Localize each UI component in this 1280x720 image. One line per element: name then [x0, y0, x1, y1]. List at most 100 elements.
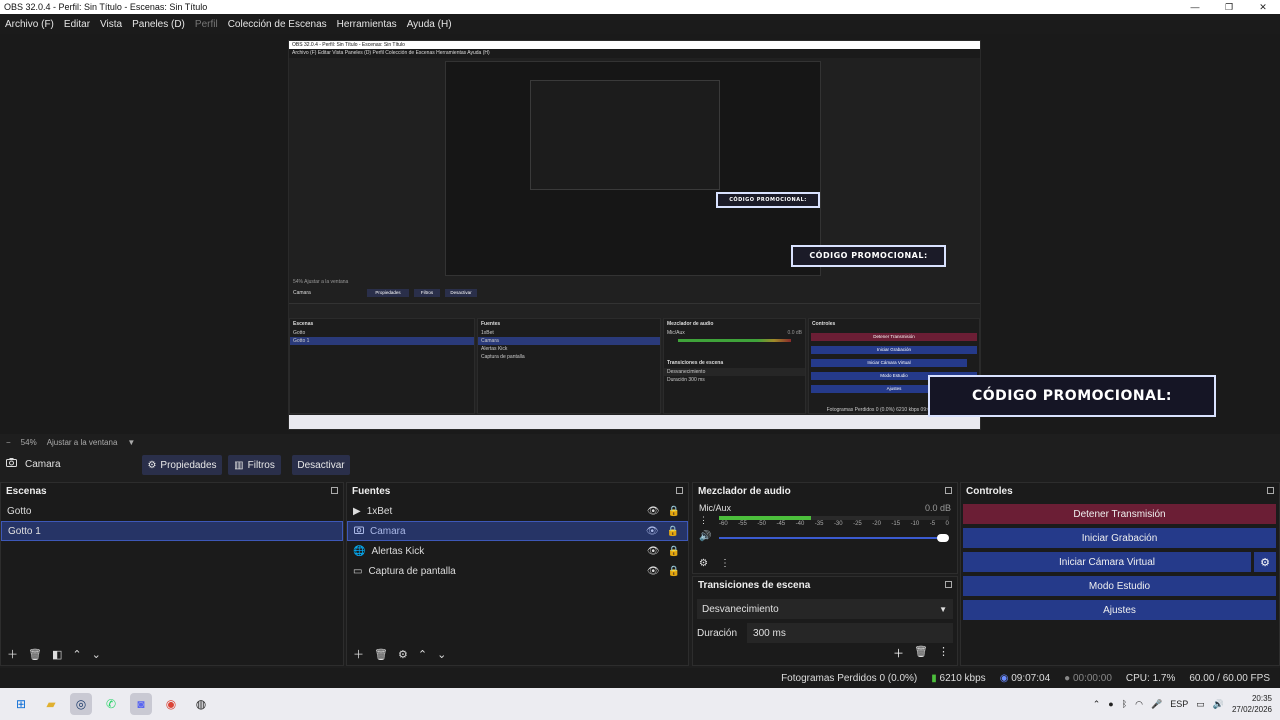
lock-icon[interactable]: 🔒: [668, 506, 680, 517]
minimize-button[interactable]: —: [1178, 0, 1212, 14]
zoom-out-button[interactable]: −: [6, 438, 11, 447]
tray-mic-icon[interactable]: 🎤: [1151, 699, 1162, 710]
mixer-footer: ⚙ ⋮: [699, 558, 730, 569]
undock-icon[interactable]: [1267, 487, 1274, 494]
volume-slider-handle[interactable]: [937, 534, 949, 542]
record-icon: ●: [1064, 672, 1071, 684]
close-button[interactable]: ✕: [1246, 0, 1280, 14]
sources-panel: Fuentes ▶ 1xBet 👁 🔒 Camara 👁 🔒 🌐 Alertas K…: [346, 482, 689, 666]
zoom-fit[interactable]: Ajustar a la ventana: [47, 438, 118, 447]
lock-icon[interactable]: 🔒: [667, 526, 679, 537]
nested-promo-banner: CÓDIGO PROMOCIONAL:: [791, 245, 946, 267]
trash-icon[interactable]: 🗑: [914, 645, 928, 661]
undock-icon[interactable]: [945, 487, 952, 494]
menu-paneles[interactable]: Paneles (D): [127, 19, 190, 30]
trash-icon[interactable]: 🗑: [374, 648, 388, 661]
duration-input[interactable]: 300 ms: [747, 623, 953, 643]
add-icon[interactable]: ＋: [353, 646, 364, 662]
window-titlebar: OBS 32.0.4 - Perfil: Sin Título - Escena…: [0, 0, 1280, 14]
camera-icon: [6, 458, 17, 470]
properties-button[interactable]: ⚙ Propiedades: [142, 455, 222, 475]
chrome-icon[interactable]: ◉: [160, 693, 182, 715]
volume-slider[interactable]: [719, 537, 943, 539]
move-up-icon[interactable]: ⌃: [418, 648, 427, 661]
nested-scene-item: Gotto: [293, 330, 306, 336]
lock-icon[interactable]: 🔒: [668, 546, 680, 557]
virtual-camera-button[interactable]: Iniciar Cámara Virtual: [963, 552, 1251, 572]
transition-select[interactable]: Desvanecimiento ▼: [697, 599, 953, 619]
preview-canvas[interactable]: OBS 32.0.4 - Perfil: Sin Título - Escena…: [288, 40, 981, 430]
lock-icon[interactable]: 🔒: [668, 566, 680, 577]
eye-icon[interactable]: 👁: [647, 566, 660, 577]
virtual-camera-settings-button[interactable]: ⚙: [1254, 552, 1276, 572]
advanced-audio-icon[interactable]: ⚙: [699, 558, 708, 569]
source-label: Camara: [370, 525, 406, 537]
eye-icon[interactable]: 👁: [647, 506, 660, 517]
move-down-icon[interactable]: ⌄: [437, 648, 446, 661]
deactivate-button[interactable]: Desactivar: [292, 455, 350, 475]
nested-sources-title: Fuentes: [481, 321, 501, 327]
add-icon[interactable]: ＋: [893, 645, 904, 661]
windows-start-icon[interactable]: ⊞: [10, 693, 32, 715]
undock-icon[interactable]: [945, 581, 952, 588]
undock-icon[interactable]: [331, 487, 338, 494]
undock-icon[interactable]: [676, 487, 683, 494]
move-up-icon[interactable]: ⌃: [72, 648, 81, 661]
source-item-selected[interactable]: Camara 👁 🔒: [347, 521, 688, 541]
maximize-button[interactable]: ❐: [1212, 0, 1246, 14]
filters-button[interactable]: ▥ Filtros: [228, 455, 281, 475]
settings-button[interactable]: Ajustes: [963, 600, 1276, 620]
kebab-menu-icon[interactable]: ⋮: [699, 515, 708, 526]
discord-icon[interactable]: ◙: [130, 693, 152, 715]
scene-item-selected[interactable]: Gotto 1: [1, 521, 343, 541]
eye-icon[interactable]: 👁: [647, 546, 660, 557]
menu-archivo[interactable]: Archivo (F): [0, 19, 59, 30]
obs-icon[interactable]: ◍: [190, 693, 212, 715]
add-icon[interactable]: ＋: [7, 646, 18, 662]
tray-bluetooth-icon[interactable]: ᛒ: [1122, 699, 1127, 709]
move-down-icon[interactable]: ⌄: [92, 648, 101, 661]
source-item[interactable]: ▶ 1xBet 👁 🔒: [347, 501, 688, 521]
studio-mode-button[interactable]: Modo Estudio: [963, 576, 1276, 596]
keyboard-language[interactable]: ESP: [1170, 699, 1188, 709]
menu-perfil[interactable]: Perfil: [190, 19, 223, 30]
whatsapp-icon[interactable]: ✆: [100, 693, 122, 715]
menu-editar[interactable]: Editar: [59, 19, 95, 30]
file-explorer-icon[interactable]: ▰: [40, 693, 62, 715]
menu-coleccion[interactable]: Colección de Escenas: [223, 19, 332, 30]
trash-icon[interactable]: 🗑: [28, 648, 42, 661]
menu-herramientas[interactable]: Herramientas: [332, 19, 402, 30]
nested-desactivar: Desactivar: [445, 289, 477, 297]
kebab-menu-icon[interactable]: ⋮: [938, 645, 949, 661]
cpu-usage: CPU: 1.7%: [1125, 672, 1176, 684]
speaker-icon[interactable]: 🔊: [699, 531, 711, 542]
monitor-icon: ▭: [353, 565, 363, 577]
zoom-dropdown-icon[interactable]: ▼: [127, 438, 135, 447]
scene-item[interactable]: Gotto: [1, 501, 343, 521]
tray-app-icon[interactable]: ●: [1108, 699, 1113, 709]
start-recording-button[interactable]: Iniciar Grabación: [963, 528, 1276, 548]
mixer-menu-icon[interactable]: ⋮: [720, 558, 730, 569]
preview-area[interactable]: OBS 32.0.4 - Perfil: Sin Título - Escena…: [0, 34, 1280, 434]
volume-icon[interactable]: 🔊: [1213, 699, 1224, 710]
tray-wifi-icon[interactable]: ◠: [1135, 699, 1143, 710]
meter-scale-tick: -40: [795, 521, 805, 527]
volume-meter: ⋮ -60 -55 -50 -45 -40 -35 -30 -25 -20 -15 -10 -5 0: [699, 515, 951, 529]
nested-preview: CÓDIGO PROMOCIONAL:: [445, 61, 821, 276]
clock[interactable]: 20:35 27/02/2026: [1232, 693, 1272, 715]
scene-label: Gotto: [7, 505, 32, 517]
tray-chevron-icon[interactable]: ⌃: [1093, 699, 1101, 710]
nested-virtual-cam: Iniciar Cámara Virtual: [811, 359, 967, 367]
network-icon[interactable]: ▭: [1196, 699, 1205, 710]
gear-icon[interactable]: ⚙: [398, 648, 408, 661]
stop-stream-button[interactable]: Detener Transmisión: [963, 504, 1276, 524]
filter-icon[interactable]: ◧: [52, 648, 62, 661]
nested-source-item: Alertas Kick: [481, 346, 508, 352]
source-item[interactable]: ▭ Captura de pantalla 👁 🔒: [347, 561, 688, 581]
source-item[interactable]: 🌐 Alertas Kick 👁 🔒: [347, 541, 688, 561]
menu-ayuda[interactable]: Ayuda (H): [402, 19, 457, 30]
menu-vista[interactable]: Vista: [95, 19, 127, 30]
steam-icon[interactable]: ◎: [70, 693, 92, 715]
channel-name: Mic/Aux: [699, 503, 732, 513]
eye-icon[interactable]: 👁: [646, 526, 659, 537]
